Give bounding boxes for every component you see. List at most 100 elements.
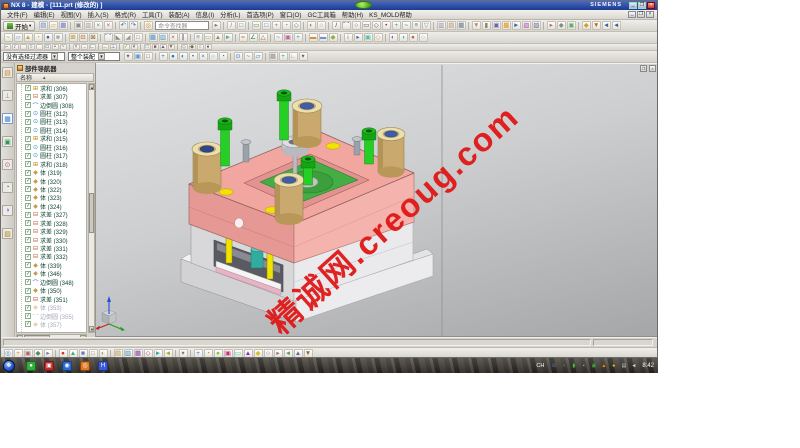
sketch-icon[interactable]: ~ — [3, 33, 13, 42]
view-d-icon[interactable]: ● — [204, 44, 212, 50]
view-a-icon[interactable]: ◇ — [180, 44, 188, 50]
arc-tool-icon[interactable]: ⌒ — [341, 21, 351, 30]
wireframe-view-icon[interactable]: ○ — [316, 21, 326, 30]
feature-d-icon[interactable]: ▦ — [501, 21, 511, 30]
checkbox-icon[interactable]: ✓ — [25, 270, 31, 277]
menu-item-9[interactable]: 首选项(P) — [243, 10, 276, 19]
checkbox-icon[interactable]: ✓ — [25, 118, 31, 125]
restore-button[interactable]: ❐ — [638, 2, 646, 9]
revolve-icon[interactable]: ◔ — [33, 33, 43, 42]
ortho-icon[interactable]: ∟ — [288, 52, 298, 61]
subtract-icon[interactable]: ⊟ — [78, 33, 88, 42]
checkbox-icon[interactable]: ✓ — [25, 296, 31, 303]
scroll-down-icon[interactable]: ▼ — [89, 326, 94, 332]
tree-row[interactable]: ✓ ⊟ 求差 (330) — [25, 236, 86, 244]
checkbox-icon[interactable]: ✓ — [25, 245, 31, 252]
edge-blend-icon[interactable]: ⌒ — [103, 33, 113, 42]
line-tool-icon[interactable]: / — [331, 21, 341, 30]
move-face-icon[interactable]: ► — [223, 33, 233, 42]
checkbox-icon[interactable]: ✓ — [25, 110, 31, 117]
sketch-pref-icon[interactable]: ▾ — [130, 44, 138, 50]
menu-item-6[interactable]: 装配(A) — [166, 10, 193, 19]
viewport-close-button[interactable]: × — [649, 65, 656, 72]
tree-row[interactable]: ✓ ⊞ 求和 (315) — [25, 135, 86, 143]
tray-blue-icon[interactable]: ⊙ — [550, 362, 557, 369]
orient-view-icon[interactable]: ◇ — [291, 21, 301, 30]
profile-icon[interactable]: ⌐ — [3, 44, 11, 50]
hd3d-tools-tab[interactable]: ⊙ — [2, 159, 13, 170]
extra-c-icon[interactable]: ● — [408, 33, 418, 42]
expression-icon[interactable]: = — [238, 33, 248, 42]
taskbar-app-browser[interactable]: ◉ — [62, 360, 72, 371]
tree-row[interactable]: ✓ ⊟ 求差 (331) — [25, 244, 86, 253]
bt-r2-icon[interactable]: ◔ — [203, 349, 213, 357]
mirror-icon[interactable]: ▥ — [158, 33, 168, 42]
tree-row[interactable]: ✓ ⊟ 求差 (329) — [25, 227, 86, 236]
menu-item-5[interactable]: 工具(T) — [139, 10, 166, 19]
bt-r11-icon[interactable]: ▲ — [293, 349, 303, 357]
tree-row[interactable]: ✓ ⊟ 求差 (351) — [25, 295, 86, 303]
bt-r10-icon[interactable]: ◄ — [283, 349, 293, 357]
bt-r7-icon[interactable]: ◆ — [253, 349, 263, 357]
checkbox-icon[interactable]: ✓ — [25, 211, 31, 218]
snap-intersect-icon[interactable]: × — [198, 52, 208, 61]
return-pin-yellow-1[interactable] — [225, 237, 233, 264]
tree-column-header[interactable]: 名称 ▲ — [16, 73, 94, 82]
checkbox-icon[interactable]: ✓ — [25, 127, 31, 134]
feature-f-icon[interactable]: ▧ — [521, 21, 531, 30]
menu-item-4[interactable]: 格式(R) — [112, 10, 139, 19]
synchronous-b-icon[interactable]: ▬ — [318, 33, 328, 42]
checkbox-icon[interactable]: ✓ — [25, 178, 31, 185]
open-folder-icon[interactable]: ▱ — [48, 21, 58, 30]
checkbox-icon[interactable]: ✓ — [25, 186, 31, 193]
taskbar-app-orange[interactable]: ◎ — [80, 360, 90, 371]
tree-row[interactable]: ✓ ◆ 体 (319) — [25, 168, 86, 177]
finder-go-icon[interactable]: ▸ — [211, 21, 221, 30]
window-style-icon[interactable]: □ — [236, 21, 246, 30]
dimension-icon[interactable]: ↔ — [101, 44, 109, 50]
plus-tool-icon[interactable]: + — [391, 21, 401, 30]
taskbar-clock[interactable]: 8:42 — [642, 363, 654, 369]
menu-item-0[interactable]: 文件(F) — [4, 10, 31, 19]
bt-r8-icon[interactable]: ○ — [263, 349, 273, 357]
grid-icon[interactable]: ▦ — [268, 52, 278, 61]
synchronous-c-icon[interactable]: ◆ — [328, 33, 338, 42]
sk-point-icon[interactable]: • — [51, 44, 59, 50]
sk-line-icon[interactable]: / — [11, 44, 19, 50]
fit-view-icon[interactable]: ▭ — [251, 21, 261, 30]
datum-c-icon[interactable]: ▦ — [456, 21, 466, 30]
show-b-icon[interactable]: ■ — [151, 44, 159, 50]
bt-sheet-b-icon[interactable]: ▥ — [123, 349, 133, 357]
guide-bushing-back[interactable] — [291, 98, 323, 148]
tree-row[interactable]: ✓ ◆ 体 (323) — [25, 194, 86, 202]
checkbox-icon[interactable]: ✓ — [25, 253, 31, 260]
tree-row[interactable]: ✓ ⊟ 求差 (307) — [25, 92, 86, 101]
menu-item-1[interactable]: 编辑(E) — [31, 10, 58, 19]
tree-row[interactable]: ✓ ◆ 体 (324) — [25, 202, 86, 211]
cut-icon[interactable]: × — [93, 21, 103, 30]
selection-filter-dropdown[interactable]: 没有选择过滤器 ▼ — [3, 52, 65, 61]
bt-red-icon[interactable]: ● — [58, 349, 68, 357]
feature-e-icon[interactable]: ► — [511, 21, 521, 30]
snap-midpoint-icon[interactable]: ◐ — [178, 52, 188, 61]
return-pin-yellow-2[interactable] — [266, 252, 274, 280]
bt-layer-icon[interactable]: ▣ — [23, 349, 33, 357]
assembly-navigator-tab[interactable]: ▤ — [2, 67, 13, 78]
sk-circle-icon[interactable]: ○ — [27, 44, 35, 50]
part-navigator-tab[interactable]: ▦ — [2, 113, 13, 124]
tray-battery-icon[interactable]: ▮ — [570, 362, 577, 369]
start-button[interactable]: ❖ — [3, 359, 15, 372]
more-options-icon[interactable]: ▾ — [298, 52, 308, 61]
pad-icon[interactable]: ■ — [53, 33, 63, 42]
show-c-icon[interactable]: ▲ — [159, 44, 167, 50]
save-icon[interactable]: ▦ — [58, 21, 68, 30]
tree-row[interactable]: ✓ ⊙ 圆柱 (316) — [25, 143, 86, 152]
bt-view-icon[interactable]: ◎ — [3, 349, 13, 357]
green-screw-back[interactable] — [276, 89, 292, 141]
feature-g-icon[interactable]: ▨ — [531, 21, 541, 30]
select-scope-icon[interactable]: ▾ — [123, 52, 133, 61]
snap-on-face-icon[interactable]: ▱ — [253, 52, 263, 61]
snap-center-icon[interactable]: ○ — [208, 52, 218, 61]
rotate-view-icon[interactable]: ◔ — [281, 21, 291, 30]
command-finder-field[interactable]: 命令查找器 — [155, 21, 210, 30]
